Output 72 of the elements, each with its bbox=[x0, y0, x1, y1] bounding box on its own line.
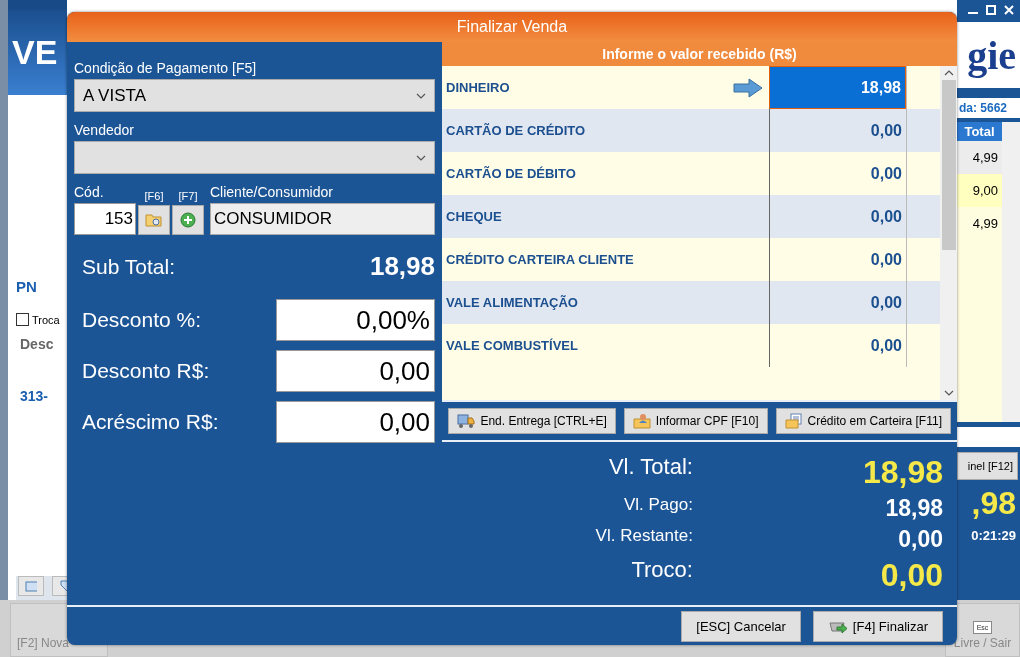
field-label: Acréscimo R$: bbox=[82, 410, 219, 434]
exchange-checkbox[interactable] bbox=[16, 313, 29, 326]
product-code: 313- bbox=[20, 388, 50, 404]
payment-method[interactable]: CARTÃO DE CRÉDITO bbox=[446, 123, 586, 138]
exchange-label: Troca bbox=[32, 313, 60, 326]
total-label: Vl. Pago: bbox=[622, 494, 694, 516]
add-button[interactable] bbox=[172, 205, 204, 235]
hotkey-label: [F7] bbox=[177, 190, 199, 202]
field-label: Desconto R$: bbox=[82, 359, 210, 383]
maximize-icon[interactable] bbox=[986, 5, 996, 15]
input-field[interactable] bbox=[957, 427, 1020, 447]
field-label: Cliente/Consumidor bbox=[210, 184, 334, 200]
amount-field[interactable]: 0,00 bbox=[276, 350, 435, 392]
scrollbar[interactable] bbox=[1002, 122, 1020, 422]
field-label: Desconto %: bbox=[82, 308, 202, 332]
amount-cell[interactable]: 0,00 bbox=[769, 281, 906, 324]
customer-field[interactable]: CONSUMIDOR bbox=[210, 203, 435, 235]
amount-cell[interactable]: 0,00 bbox=[769, 109, 906, 152]
subtotal-label: Sub Total: bbox=[82, 254, 175, 279]
total-value: 18,98 bbox=[884, 494, 943, 522]
code-field[interactable]: 153 bbox=[74, 203, 136, 235]
amount-cell[interactable]: 0,00 bbox=[769, 324, 906, 367]
payment-method[interactable]: DINHEIRO bbox=[446, 80, 510, 95]
cancel-button[interactable]: [ESC] Cancelar bbox=[681, 610, 801, 642]
document-folder-icon bbox=[784, 413, 803, 429]
total-value: 0,00 bbox=[897, 525, 943, 553]
scroll-down-icon[interactable] bbox=[943, 390, 954, 396]
table-cell-text: 4,99 bbox=[971, 215, 999, 233]
logo: gie bbox=[967, 31, 1016, 79]
payment-method[interactable]: CHEQUE bbox=[446, 209, 502, 224]
payments-header: Informe o valor recebido (R$) bbox=[442, 42, 957, 66]
scroll-up-icon[interactable] bbox=[943, 70, 954, 76]
column-header: Total bbox=[957, 122, 1002, 141]
chevron-icon bbox=[416, 92, 426, 99]
payment-method[interactable]: CRÉDITO CARTEIRA CLIENTE bbox=[446, 252, 634, 267]
dialog-title: Finalizar Venda bbox=[67, 12, 957, 42]
action-button[interactable]: Informar CPF [F10] bbox=[623, 408, 768, 434]
total-label: Vl. Restante: bbox=[594, 525, 694, 547]
amount-field[interactable]: 0,00% bbox=[276, 299, 435, 341]
total-value: 0,00 bbox=[879, 556, 943, 594]
chevron-icon bbox=[416, 154, 426, 161]
amount-field[interactable]: 0,00 bbox=[276, 401, 435, 443]
close-icon[interactable] bbox=[1004, 5, 1014, 15]
sale-total: ,98 bbox=[970, 485, 1017, 522]
total-label: Troco: bbox=[630, 556, 694, 584]
payment-method[interactable]: VALE COMBUSTÍVEL bbox=[446, 338, 578, 353]
clock: 0:21:29 bbox=[970, 528, 1017, 543]
payment-condition-dropdown[interactable]: A VISTA bbox=[74, 79, 435, 112]
plus-icon bbox=[180, 212, 196, 228]
sale-number: da: 5662 bbox=[957, 98, 1020, 118]
scrollbar[interactable] bbox=[940, 66, 957, 400]
total-label: Vl. Total: bbox=[607, 453, 694, 481]
field-label: Condição de Pagamento [F5] bbox=[74, 60, 258, 76]
amount-cell[interactable]: 18,98 bbox=[769, 66, 906, 109]
action-button[interactable]: Crédito em Carteira [F11] bbox=[775, 408, 951, 434]
finish-button[interactable]: [F4] Finalizar bbox=[812, 610, 943, 642]
panel-button[interactable]: inel [F12] bbox=[957, 452, 1018, 480]
field-label: Cód. bbox=[74, 184, 105, 200]
total-value: 18,98 bbox=[862, 453, 943, 491]
field-label: Vendedor bbox=[74, 122, 135, 138]
action-button[interactable]: End. Entrega [CTRL+E] bbox=[448, 408, 616, 434]
payment-method[interactable]: VALE ALIMENTAÇÃO bbox=[446, 295, 578, 310]
subtotal-value: 18,98 bbox=[369, 251, 435, 282]
user-folder-icon bbox=[632, 413, 651, 429]
folder-search-icon bbox=[145, 212, 163, 228]
search-label: PN bbox=[16, 278, 38, 295]
app-title: VE bbox=[12, 33, 58, 72]
hotkey-label: [F6] bbox=[143, 190, 165, 202]
payment-method[interactable]: CARTÃO DE DÉBITO bbox=[446, 166, 576, 181]
truck-icon bbox=[457, 413, 476, 429]
amount-cell[interactable]: 0,00 bbox=[769, 195, 906, 238]
column-header: Desc bbox=[20, 336, 55, 352]
